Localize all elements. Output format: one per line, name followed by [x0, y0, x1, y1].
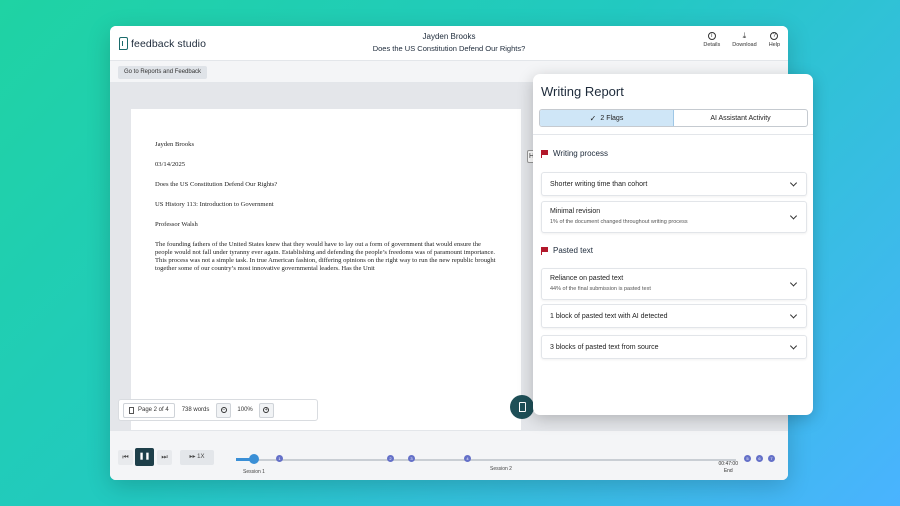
assignment-title: Does the US Constitution Defend Our Righ… — [372, 44, 526, 53]
timeline-marker[interactable]: 2 — [387, 455, 394, 462]
section-heading: Pasted text — [553, 246, 594, 255]
timestamp: 00:47:00 End — [719, 461, 738, 475]
timeline-marker[interactable]: 5 — [744, 455, 751, 462]
zoom-out-icon: − — [220, 407, 227, 413]
flag-item[interactable]: Minimal revision 1% of the document chan… — [541, 201, 807, 233]
skip-back-button[interactable]: ⏮ — [118, 450, 133, 465]
info-icon: i — [707, 32, 716, 40]
flag-item-title: Minimal revision — [550, 208, 601, 215]
check-icon: ✓ — [589, 113, 597, 123]
time-value: 00:47:00 — [718, 461, 738, 467]
doc-professor: Professor Walsh — [155, 221, 198, 228]
document-toolbar: Page 2 of 4 738 words − 100% + — [118, 399, 318, 421]
download-icon: ⤓ — [742, 31, 747, 40]
chevron-down-icon — [789, 179, 798, 187]
divider — [533, 134, 813, 135]
timeline-marker[interactable]: 1 — [276, 455, 283, 462]
playback-bar: ⏮ ❚❚ ⏭ ▸▸ 1X 1 2 3 4 5 6 7 Session 1 Ses… — [110, 430, 788, 480]
help-label: Help — [768, 42, 780, 48]
report-tabs: ✓ 2 Flags AI Assistant Activity — [539, 109, 808, 127]
flag-item-detail: 44% of the final submission is pasted te… — [550, 286, 651, 292]
flag-item-detail: 1% of the document changed throughout wr… — [550, 219, 688, 225]
timeline-marker[interactable]: 6 — [756, 455, 763, 462]
timeline-marker[interactable]: 3 — [408, 455, 415, 462]
document-page: Jayden Brooks 03/14/2025 Does the US Con… — [131, 109, 521, 430]
doc-body: The founding fathers of the United State… — [155, 241, 496, 272]
help-button[interactable]: ? Help — [769, 32, 780, 48]
flag-icon — [541, 246, 548, 255]
tab-flags-label: 2 Flags — [600, 114, 624, 122]
speed-button[interactable]: ▸▸ 1X — [180, 450, 214, 465]
flag-icon — [541, 149, 548, 158]
details-label: Details — [703, 42, 721, 48]
top-actions: i Details ⤓ Download ? Help — [703, 31, 780, 49]
page-icon — [129, 406, 134, 414]
zoom-out-button[interactable]: − — [216, 402, 232, 418]
help-icon: ? — [770, 32, 779, 40]
doc-author: Jayden Brooks — [155, 141, 195, 148]
download-label: Download — [732, 42, 757, 48]
end-label: End — [723, 468, 733, 474]
doc-title: Does the US Constitution Defend Our Righ… — [155, 181, 278, 188]
flag-item-title: Reliance on pasted text — [550, 275, 624, 282]
zoom-in-button[interactable]: + — [258, 402, 274, 418]
session-2-label: Session 2 — [490, 466, 512, 472]
top-bar: feedback studio Jayden Brooks Does the U… — [110, 26, 788, 61]
flag-item[interactable]: Reliance on pasted text 44% of the final… — [541, 268, 807, 300]
zoom-level: 100% — [237, 407, 253, 413]
zoom-in-icon: + — [263, 407, 270, 413]
section-heading: Writing process — [553, 149, 608, 158]
tab-flags[interactable]: ✓ 2 Flags — [540, 110, 674, 126]
document-header: Jayden Brooks Does the US Constitution D… — [110, 31, 788, 55]
flag-item[interactable]: 3 blocks of pasted text from source — [541, 335, 807, 359]
session-1-label: Session 1 — [243, 469, 265, 475]
timeline-marker[interactable]: 4 — [464, 455, 471, 462]
download-button[interactable]: ⤓ Download — [732, 31, 757, 49]
tab-ai-assistant-activity[interactable]: AI Assistant Activity — [674, 110, 807, 126]
timeline-scrubber[interactable] — [249, 454, 259, 464]
details-button[interactable]: i Details — [703, 32, 720, 48]
flag-item-title: Shorter writing time than cohort — [550, 180, 648, 188]
word-count: 738 words — [181, 407, 210, 413]
flag-item[interactable]: 1 block of pasted text with AI detected — [541, 304, 807, 328]
flag-item[interactable]: Shorter writing time than cohort — [541, 172, 807, 196]
section-writing-process: Writing process — [541, 149, 608, 158]
panel-title: Writing Report — [541, 84, 624, 99]
doc-course: US History 113: Introduction to Governme… — [155, 201, 274, 208]
flag-item-title: 1 block of pasted text with AI detected — [550, 312, 668, 320]
pause-button[interactable]: ❚❚ — [135, 448, 154, 466]
student-name: Jayden Brooks — [422, 32, 476, 41]
go-to-reports-button[interactable]: Go to Reports and Feedback — [118, 66, 208, 79]
skip-forward-button[interactable]: ⏭ — [157, 450, 172, 465]
page-label: Page 2 of 4 — [138, 407, 169, 413]
page-selector[interactable]: Page 2 of 4 — [123, 402, 175, 418]
feedback-studio-icon — [518, 402, 526, 412]
speed-label: 1X — [197, 454, 205, 460]
chevron-down-icon — [789, 342, 798, 350]
chevron-down-icon — [789, 311, 798, 319]
flag-item-title: 3 blocks of pasted text from source — [550, 343, 659, 351]
doc-date: 03/14/2025 — [155, 161, 186, 168]
timeline-track[interactable] — [236, 459, 736, 461]
tab-ai-label: AI Assistant Activity — [710, 114, 771, 122]
timeline-marker[interactable]: 7 — [768, 455, 775, 462]
section-pasted-text: Pasted text — [541, 246, 593, 255]
writing-report-panel: Writing Report ✓ 2 Flags AI Assistant Ac… — [533, 74, 813, 415]
feedback-studio-fab[interactable] — [510, 395, 534, 419]
